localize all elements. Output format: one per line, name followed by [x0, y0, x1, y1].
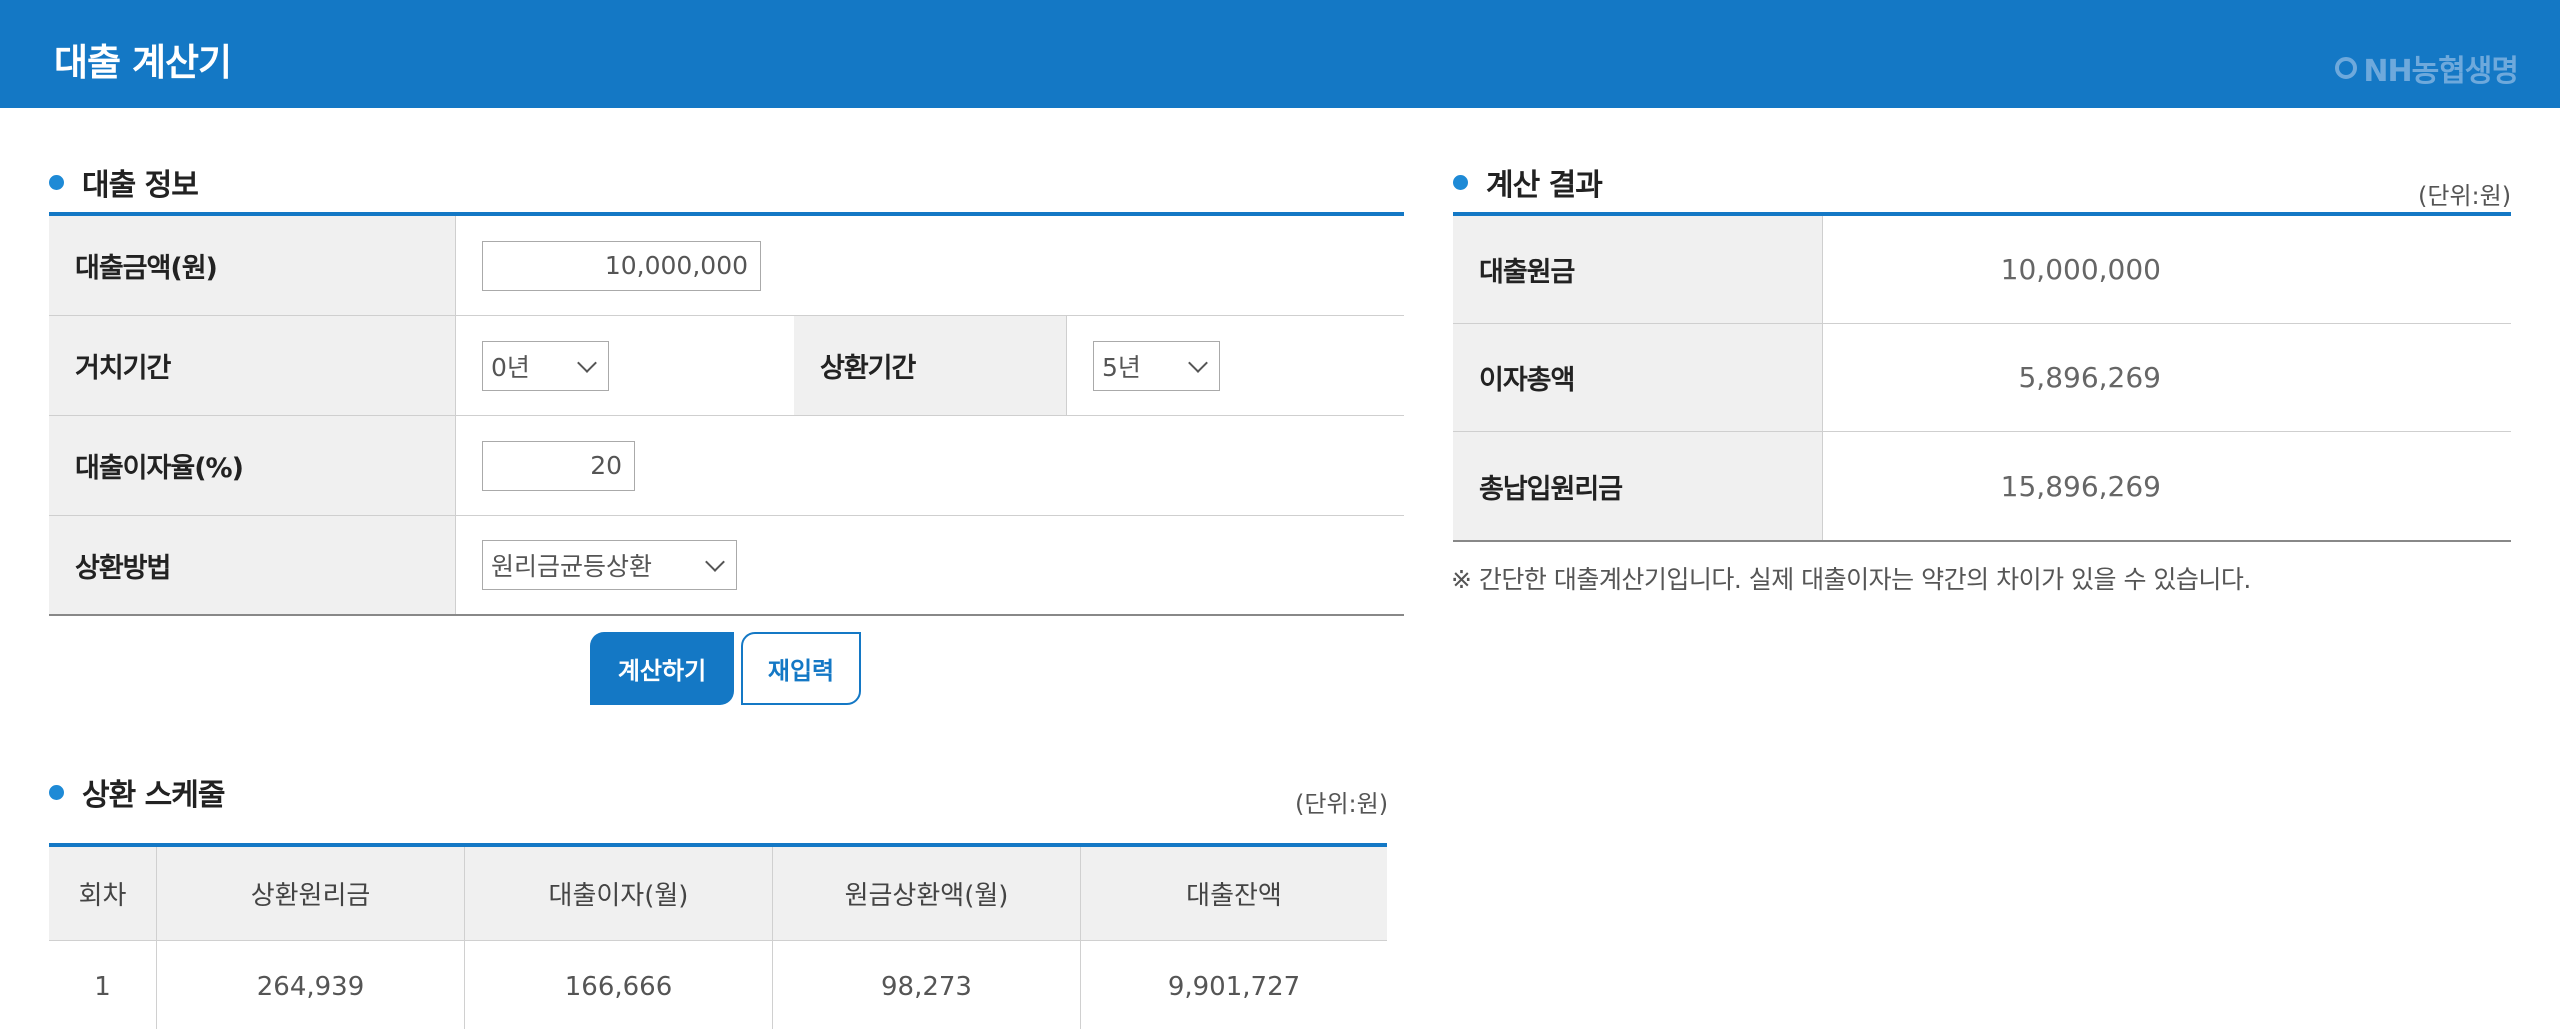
form-row-amount: 대출금액(원) 10,000,000 — [49, 216, 1404, 316]
repay-period-value: 5년 — [1102, 352, 1141, 382]
chevron-down-icon — [705, 552, 725, 572]
header-bar: 대출 계산기 NH농협생명 — [0, 0, 2560, 108]
loan-info-heading: 대출 정보 — [49, 160, 199, 204]
result-unit: (단위:원) — [2418, 182, 2512, 210]
interest-rate-label: 대출이자율(%) — [49, 416, 455, 515]
disclaimer-note: ※ 간단한 대출계산기입니다. 실제 대출이자는 약간의 차이가 있을 수 있습… — [1451, 565, 2251, 594]
result-row-principal: 대출원금 10,000,000 — [1453, 216, 2511, 324]
grace-period-value: 0년 — [491, 352, 530, 382]
nh-logo-icon — [2335, 57, 2358, 79]
brand-logo: NH농협생명 — [2335, 46, 2519, 90]
bullet-icon — [49, 174, 64, 190]
amount-label: 대출금액(원) — [49, 216, 455, 315]
table-cell: 1 — [94, 971, 111, 1002]
schedule-heading: 상환 스케줄 — [49, 770, 225, 814]
column-header: 회차 — [78, 881, 127, 911]
table-cell: 166,666 — [464, 941, 772, 1029]
bullet-icon — [1453, 174, 1468, 190]
brand-name: NH농협생명 — [2363, 54, 2519, 89]
result-title: 계산 결과 — [1486, 168, 1603, 203]
form-row-method: 상환방법 원리금균등상환 — [49, 516, 1404, 614]
reset-button[interactable]: 재입력 — [741, 632, 861, 705]
result-heading: 계산 결과 — [1453, 160, 1603, 204]
total-payment-label: 총납입원리금 — [1453, 432, 1822, 540]
interest-rate-input[interactable]: 20 — [482, 440, 635, 491]
total-payment-value: 15,896,269 — [1822, 432, 2511, 540]
loan-info-form: 대출금액(원) 10,000,000 거치기간 0년 상환기간 5년 대출이자율… — [49, 212, 1404, 616]
repay-method-label: 상환방법 — [49, 516, 455, 614]
table-cell: 264,939 — [156, 941, 464, 1029]
schedule-unit: (단위:원) — [1295, 790, 1389, 818]
column-header: 원금상환액(월) — [772, 847, 1080, 940]
schedule-title: 상환 스케줄 — [82, 778, 225, 813]
chevron-down-icon — [1188, 352, 1208, 373]
form-row-period: 거치기간 0년 상환기간 5년 — [49, 316, 1404, 416]
loan-amount-input[interactable]: 10,000,000 — [482, 240, 761, 291]
total-interest-value: 5,896,269 — [1822, 324, 2511, 431]
total-interest-label: 이자총액 — [1453, 324, 1822, 431]
repay-method-value: 원리금균등상환 — [491, 552, 653, 581]
repay-period-select[interactable]: 5년 — [1093, 340, 1220, 391]
grace-period-select[interactable]: 0년 — [482, 340, 609, 391]
grace-period-label: 거치기간 — [49, 316, 455, 415]
bullet-icon — [49, 784, 64, 800]
schedule-header-row: 회차 상환원리금 대출이자(월) 원금상환액(월) 대출잔액 — [49, 847, 1387, 941]
repay-period-label: 상환기간 — [794, 316, 1066, 415]
table-cell: 9,901,727 — [1080, 941, 1387, 1029]
calculate-button[interactable]: 계산하기 — [590, 632, 734, 705]
result-table: 대출원금 10,000,000 이자총액 5,896,269 총납입원리금 15… — [1453, 212, 2511, 542]
schedule-table: 회차 상환원리금 대출이자(월) 원금상환액(월) 대출잔액 1 264,939… — [49, 843, 1387, 1029]
loan-info-title: 대출 정보 — [82, 168, 199, 203]
result-row-interest: 이자총액 5,896,269 — [1453, 324, 2511, 432]
app-title: 대출 계산기 — [54, 41, 232, 84]
repay-method-select[interactable]: 원리금균등상환 — [482, 540, 737, 590]
column-header: 대출이자(월) — [464, 847, 772, 940]
form-row-rate: 대출이자율(%) 20 — [49, 416, 1404, 516]
chevron-down-icon — [577, 352, 597, 373]
column-header: 대출잔액 — [1080, 847, 1387, 940]
principal-value: 10,000,000 — [1822, 216, 2511, 323]
column-header: 상환원리금 — [156, 847, 464, 940]
table-row: 1 264,939 166,666 98,273 9,901,727 — [49, 941, 1387, 1029]
table-cell: 98,273 — [772, 941, 1080, 1029]
principal-label: 대출원금 — [1453, 216, 1822, 323]
result-row-total: 총납입원리금 15,896,269 — [1453, 432, 2511, 540]
